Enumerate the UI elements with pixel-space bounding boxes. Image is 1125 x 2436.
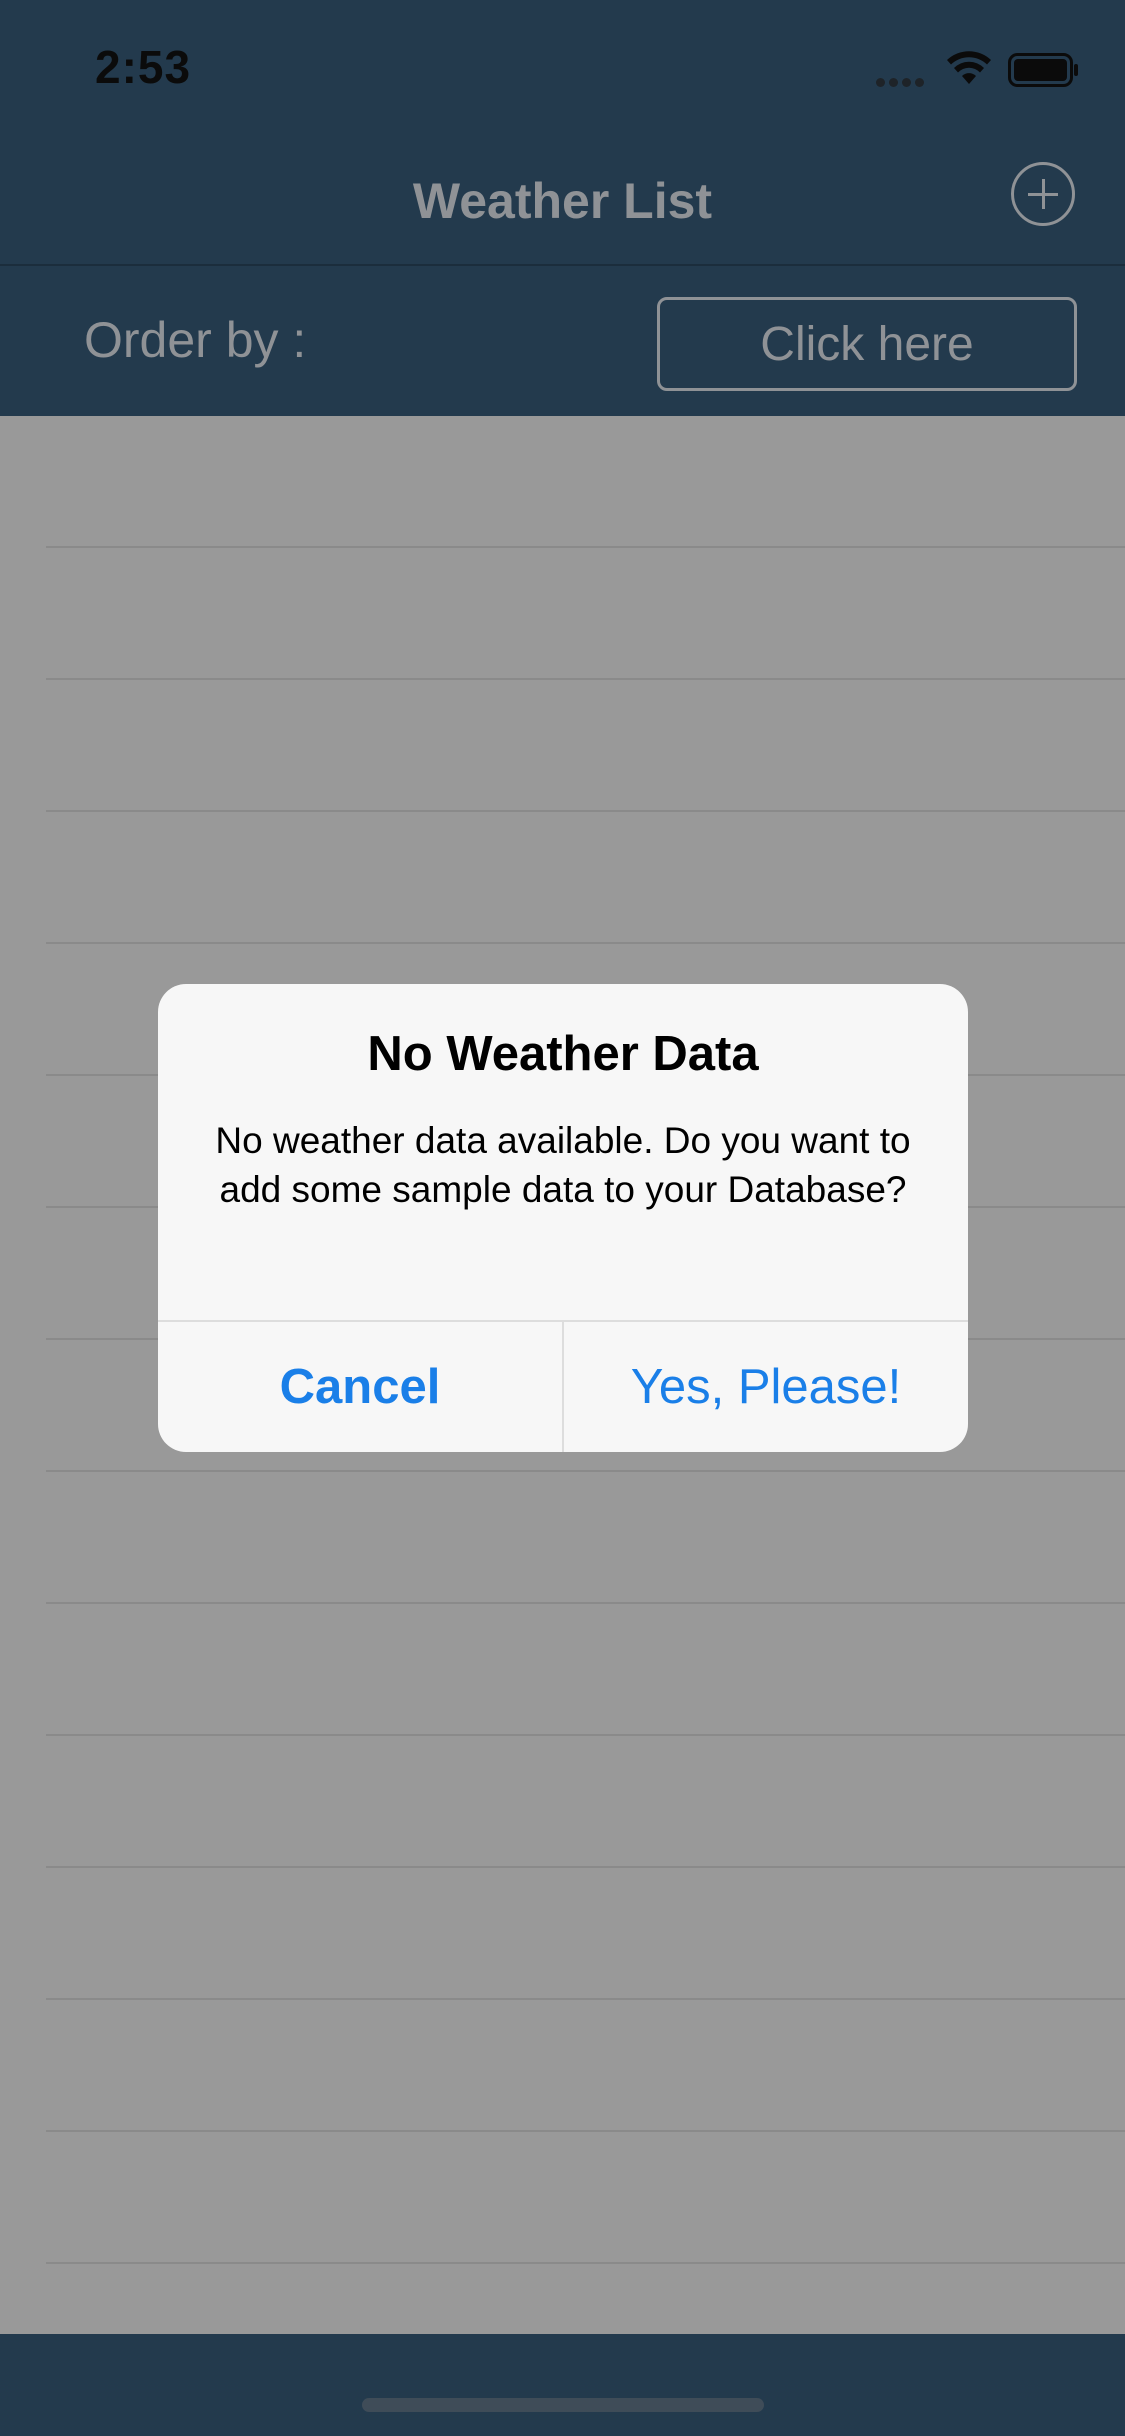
list-item[interactable] xyxy=(46,1604,1125,1736)
order-by-bar: Order by : Click here xyxy=(0,266,1125,416)
add-icon[interactable] xyxy=(1011,162,1075,226)
order-by-button[interactable]: Click here xyxy=(657,297,1077,391)
list-item[interactable] xyxy=(46,2132,1125,2264)
list-item[interactable] xyxy=(46,680,1125,812)
battery-icon xyxy=(1008,53,1078,87)
order-by-label: Order by : xyxy=(84,312,307,368)
alert-message: No weather data available. Do you want t… xyxy=(215,1120,911,1210)
list-item[interactable] xyxy=(46,1472,1125,1604)
wifi-icon xyxy=(947,51,991,84)
bottom-bar xyxy=(0,2334,1125,2436)
status-time: 2:53 xyxy=(95,41,192,93)
page-title: Weather List xyxy=(412,173,713,229)
cellular-signal-icon xyxy=(876,74,932,87)
home-indicator[interactable] xyxy=(362,2398,764,2412)
list-item[interactable] xyxy=(46,548,1125,680)
navigation-bar: Weather List xyxy=(0,132,1125,266)
list-item[interactable] xyxy=(46,812,1125,944)
list-item[interactable] xyxy=(46,2000,1125,2132)
status-bar: 2:53 xyxy=(0,0,1125,132)
cancel-button[interactable]: Cancel xyxy=(158,1322,562,1452)
confirm-button[interactable]: Yes, Please! xyxy=(564,1322,968,1452)
list-item[interactable] xyxy=(46,1868,1125,2000)
alert-dialog: No Weather Data No weather data availabl… xyxy=(158,984,968,1452)
list-item[interactable] xyxy=(46,416,1125,548)
list-item[interactable] xyxy=(46,1736,1125,1868)
alert-title: No Weather Data xyxy=(367,1027,759,1081)
